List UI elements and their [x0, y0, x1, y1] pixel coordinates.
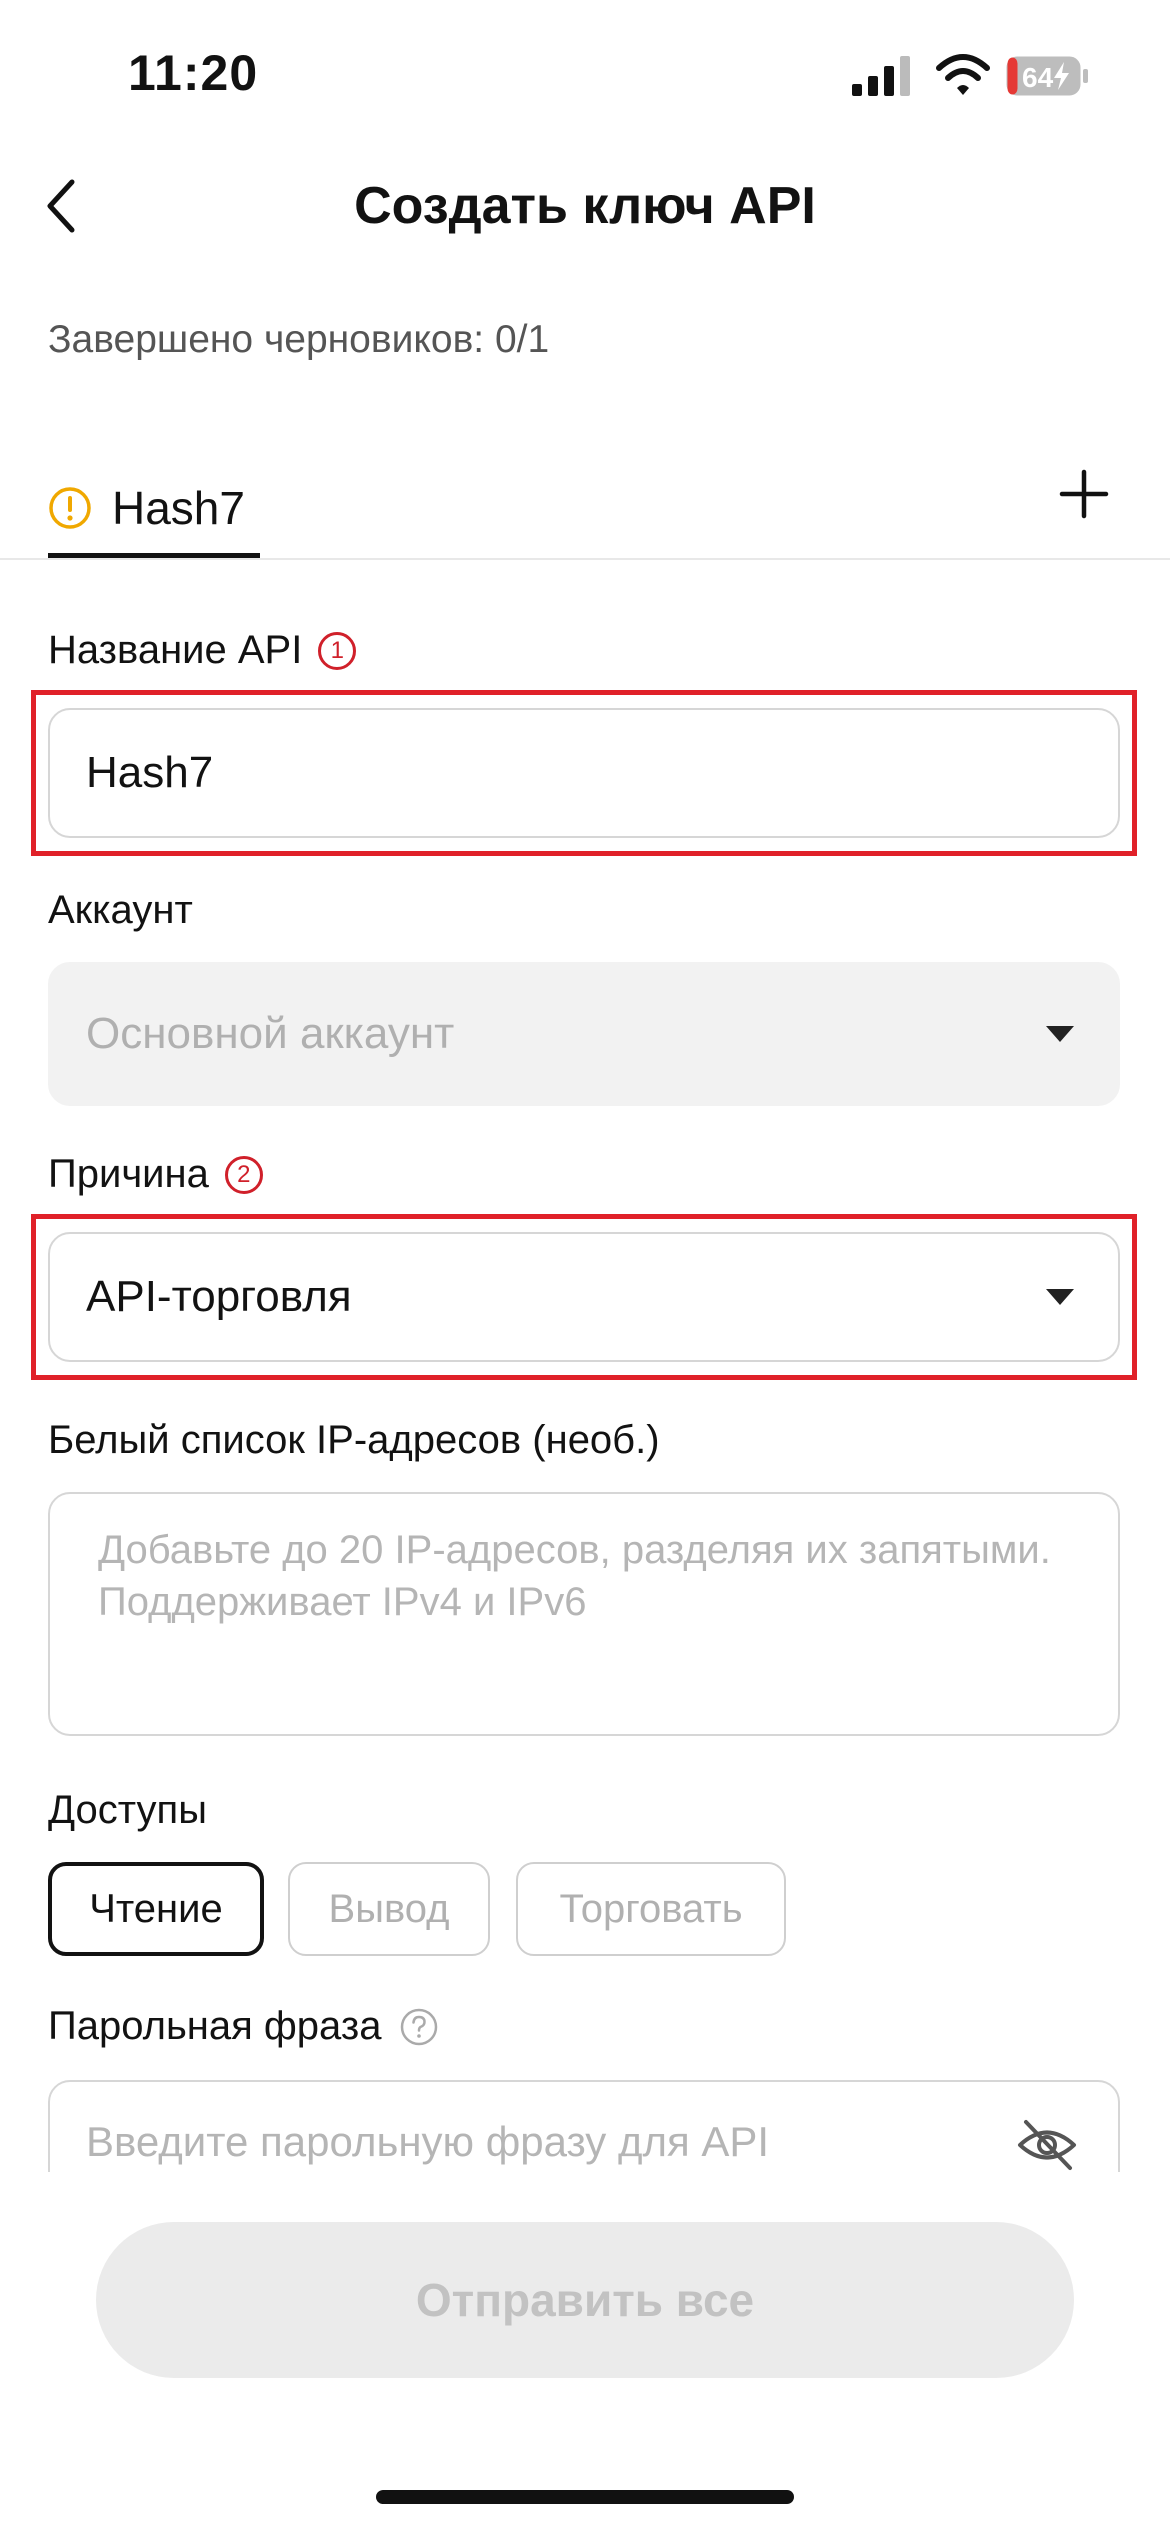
chevron-down-icon [1046, 1289, 1074, 1305]
step-badge-2: 2 [224, 1155, 263, 1194]
submit-all-button[interactable]: Отправить все [96, 2222, 1074, 2378]
cellular-signal-icon [852, 56, 910, 96]
tabs-divider [0, 558, 1170, 560]
passphrase-placeholder: Введите парольную фразу для API [86, 2118, 770, 2165]
ip-whitelist-textarea[interactable]: Добавьте до 20 IP-адресов, разделяя их з… [48, 1492, 1120, 1736]
reason-select[interactable]: API-торговля [48, 1232, 1120, 1362]
reason-label: Причина 2 [48, 1152, 263, 1197]
tab-draft-hash7[interactable]: Hash7 [48, 458, 245, 558]
status-time: 11:20 [128, 45, 259, 101]
ip-whitelist-placeholder: Добавьте до 20 IP-адресов, разделяя их з… [98, 1528, 1051, 1624]
api-name-label: Название API 1 [48, 628, 357, 673]
help-icon[interactable] [399, 2007, 439, 2047]
ip-whitelist-label: Белый список IP-адресов (необ.) [48, 1418, 660, 1462]
drafts-counter: Завершено черновиков: 0/1 [48, 318, 550, 361]
page-title: Создать ключ API [354, 177, 816, 235]
battery-charging-icon: 64 [1006, 56, 1088, 96]
wifi-icon [936, 54, 990, 95]
account-label: Аккаунт [48, 888, 193, 932]
permissions-label: Доступы [48, 1788, 207, 1832]
permission-read-chip[interactable]: Чтение [48, 1862, 264, 1956]
chevron-down-icon [1046, 1026, 1074, 1042]
account-select: Основной аккаунт [48, 962, 1120, 1106]
passphrase-label: Парольная фраза [48, 2004, 439, 2049]
tab-label: Hash7 [112, 482, 245, 534]
permission-withdraw-chip[interactable]: Вывод [288, 1862, 490, 1956]
home-indicator [376, 2490, 794, 2504]
api-name-input[interactable]: Hash7 [48, 708, 1120, 838]
warning-icon [49, 487, 91, 529]
permission-trade-chip[interactable]: Торговать [516, 1862, 786, 1956]
step-badge-1: 1 [318, 631, 357, 670]
add-draft-icon[interactable] [1056, 466, 1112, 522]
battery-level: 64 [1022, 62, 1054, 93]
eye-slash-icon[interactable] [1014, 2112, 1080, 2178]
